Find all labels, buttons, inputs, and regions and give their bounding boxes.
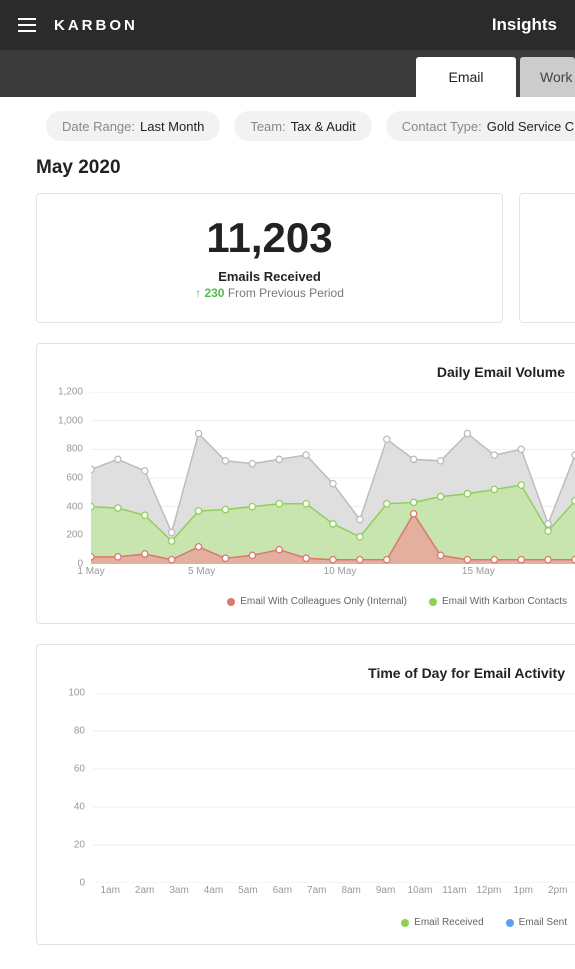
period-heading: May 2020 — [0, 147, 575, 193]
filter-team[interactable]: Team: Tax & Audit — [234, 111, 371, 141]
chart-time-of-day: Time of Day for Email Activity 020406080… — [36, 644, 575, 945]
stat-label: Emails Received — [218, 269, 321, 284]
delta-text: From Previous Period — [228, 286, 344, 300]
legend-item-internal: Email With Colleagues Only (Internal) — [227, 596, 407, 607]
filter-value: Tax & Audit — [291, 119, 356, 134]
tab-email[interactable]: Email — [416, 57, 516, 97]
tab-work[interactable]: Work — [520, 57, 575, 97]
legend-item-received: Email Received — [401, 917, 483, 928]
tab-bar: Email Work — [0, 50, 575, 97]
stat-card-next — [519, 193, 575, 323]
brand-logo: KARBON — [54, 17, 492, 34]
filter-label: Team: — [250, 119, 285, 134]
stat-value: 11,203 — [206, 217, 332, 259]
legend-item-sent: Email Sent — [506, 917, 567, 928]
filter-bar: Date Range: Last Month Team: Tax & Audit… — [0, 97, 575, 147]
legend-dot-icon — [227, 598, 235, 606]
filter-value: Gold Service Client — [487, 119, 575, 134]
filter-label: Date Range: — [62, 119, 135, 134]
filter-value: Last Month — [140, 119, 204, 134]
stat-card-emails-received: 11,203 Emails Received ↑ 230 From Previo… — [36, 193, 503, 323]
stat-delta: ↑ 230 From Previous Period — [195, 286, 344, 300]
legend-dot-icon — [401, 919, 409, 927]
legend-item-karbon: Email With Karbon Contacts — [429, 596, 567, 607]
filter-date-range[interactable]: Date Range: Last Month — [46, 111, 220, 141]
chart-title: Time of Day for Email Activity — [49, 665, 575, 681]
chart-title: Daily Email Volume — [49, 364, 575, 380]
legend-dot-icon — [429, 598, 437, 606]
chart-legend: Email Received Email Sent — [49, 903, 575, 934]
menu-icon[interactable] — [18, 18, 36, 32]
chart-legend: Email With Colleagues Only (Internal) Em… — [49, 582, 575, 613]
page-title: Insights — [492, 15, 557, 35]
filter-label: Contact Type: — [402, 119, 482, 134]
arrow-up-icon: ↑ — [195, 286, 201, 300]
legend-dot-icon — [506, 919, 514, 927]
filter-contact-type[interactable]: Contact Type: Gold Service Client — [386, 111, 575, 141]
chart-daily-email-volume: Daily Email Volume 02004006008001,0001,2… — [36, 343, 575, 624]
delta-value: 230 — [204, 286, 224, 300]
